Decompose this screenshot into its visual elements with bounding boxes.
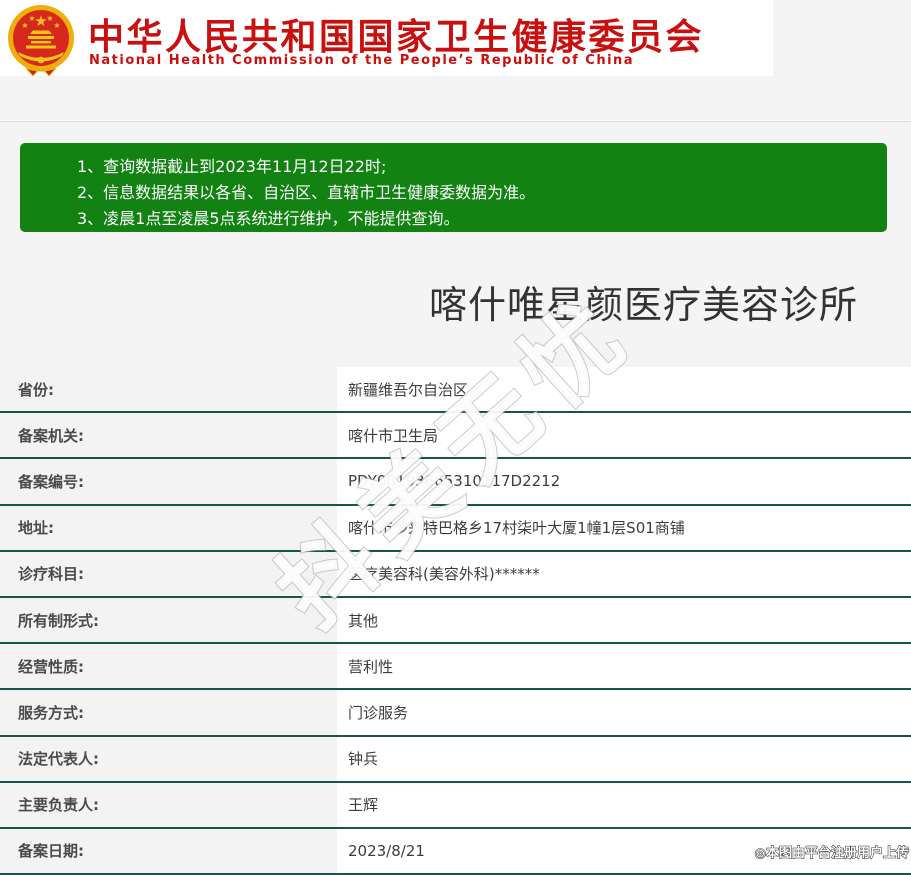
field-label: 备案机关: bbox=[0, 413, 337, 458]
table-row: 备案机关: 喀什市卫生局 bbox=[0, 413, 911, 460]
notice-line-1: 1、查询数据截止到2023年11月12日22时; bbox=[77, 157, 387, 176]
field-value: 钟兵 bbox=[337, 736, 911, 781]
svg-text:★: ★ bbox=[28, 14, 35, 23]
prc-national-emblem-icon: ★ ★ ★ ★ ★ bbox=[8, 5, 74, 76]
field-value: 王辉 bbox=[337, 782, 911, 827]
table-row: 省份: 新疆维吾尔自治区 bbox=[0, 367, 911, 414]
field-value: PDY00193665310117D2212 bbox=[337, 459, 911, 504]
field-label: 备案日期: bbox=[0, 828, 337, 874]
table-row: 所有制形式: 其他 bbox=[0, 597, 911, 645]
notice-line-3: 3、凌晨1点至凌晨5点系统进行维护，不能提供查询。 bbox=[77, 209, 460, 228]
field-value: 营利性 bbox=[337, 644, 911, 689]
table-row: 主要负责人: 王辉 bbox=[0, 782, 911, 829]
table-row: 地址: 喀什市多来特巴格乡17村柒叶大厦1幢1层S01商铺 bbox=[0, 505, 911, 552]
field-label: 所有制形式: bbox=[0, 597, 337, 643]
field-label: 诊疗科目: bbox=[0, 551, 337, 596]
field-label: 地址: bbox=[0, 505, 337, 550]
field-value: 喀什市多来特巴格乡17村柒叶大厦1幢1层S01商铺 bbox=[337, 505, 911, 550]
header-divider bbox=[0, 120, 911, 122]
field-value: 喀什市卫生局 bbox=[337, 413, 911, 458]
institution-name-title: 喀什唯星颜医疗美容诊所 bbox=[429, 283, 859, 327]
field-label: 省份: bbox=[0, 367, 337, 412]
table-row: 法定代表人: 钟兵 bbox=[0, 736, 911, 783]
query-notice-box: 1、查询数据截止到2023年11月12日22时; 2、信息数据结果以各省、自治区… bbox=[20, 143, 887, 232]
field-label: 服务方式: bbox=[0, 690, 337, 735]
notice-line-2: 2、信息数据结果以各省、自治区、直辖市卫生健康委数据为准。 bbox=[77, 183, 536, 202]
registration-table: 省份: 新疆维吾尔自治区 备案机关: 喀什市卫生局 备案编号: PDY00193… bbox=[0, 367, 911, 875]
field-label: 备案编号: bbox=[0, 459, 337, 504]
site-title-english: National Health Commission of the People… bbox=[89, 53, 635, 68]
uploaded-by-note: ◎本图由平台注册用户上传 bbox=[754, 846, 909, 862]
table-row: 诊疗科目: 医疗美容科(美容外科)****** bbox=[0, 551, 911, 598]
site-header: ★ ★ ★ ★ ★ 中华人民共和国国家卫生健康委员会 National Heal… bbox=[0, 0, 773, 76]
field-label: 主要负责人: bbox=[0, 782, 337, 827]
field-value: 新疆维吾尔自治区 bbox=[337, 367, 911, 412]
field-value: 医疗美容科(美容外科)****** bbox=[337, 551, 911, 596]
field-label: 经营性质: bbox=[0, 644, 337, 689]
svg-text:★: ★ bbox=[53, 21, 60, 30]
table-row: 备案编号: PDY00193665310117D2212 bbox=[0, 459, 911, 506]
table-row: 服务方式: 门诊服务 bbox=[0, 690, 911, 737]
field-value: 其他 bbox=[337, 597, 911, 643]
table-row: 经营性质: 营利性 bbox=[0, 644, 911, 691]
field-label: 法定代表人: bbox=[0, 736, 337, 781]
field-value: 门诊服务 bbox=[337, 690, 911, 735]
